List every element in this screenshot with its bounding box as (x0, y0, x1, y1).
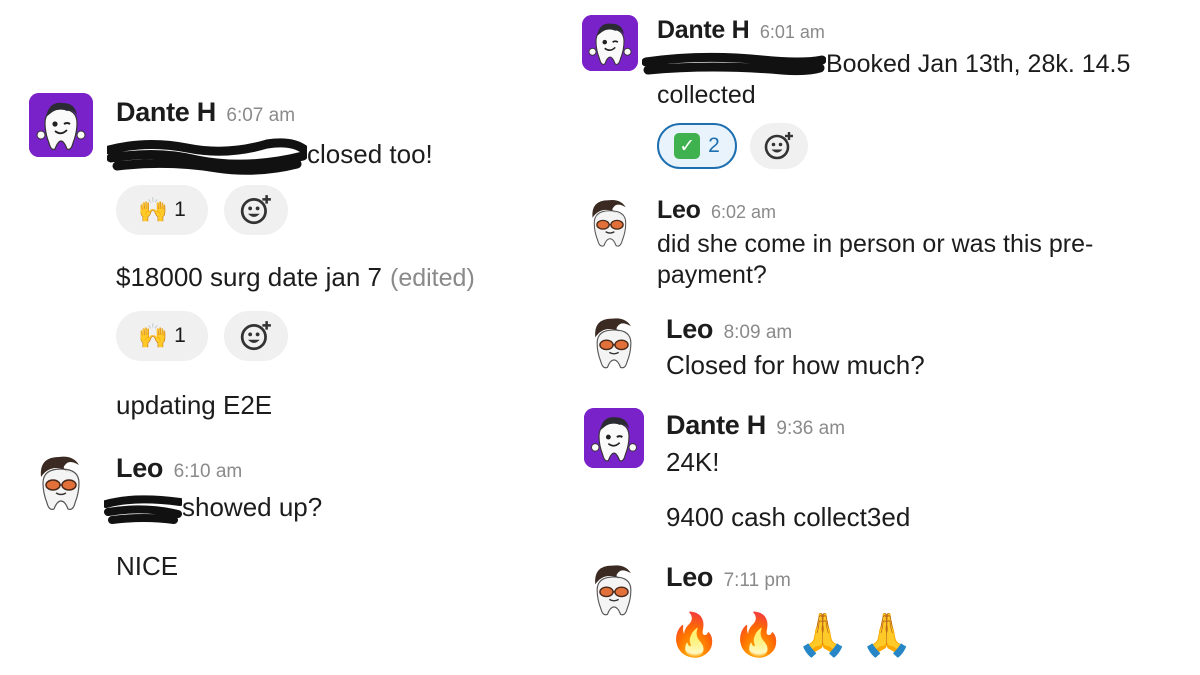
author-name[interactable]: Leo (666, 314, 713, 344)
add-reaction-icon (763, 130, 795, 162)
reaction-raised-hands[interactable]: 🙌 1 (116, 311, 208, 361)
message-body: NICE (116, 551, 179, 581)
timestamp[interactable]: 6:02 am (711, 202, 776, 222)
redaction-scribble (107, 138, 307, 175)
message-text: did she come in person or was this pre- (657, 229, 1093, 260)
redaction-scribble (642, 53, 826, 76)
author-name[interactable]: Dante H (116, 97, 216, 127)
reaction-count: 2 (708, 134, 720, 157)
message-body: Booked Jan 13th, 28k. 14.5 (826, 50, 1131, 78)
message-body: closed too! (307, 138, 433, 169)
reaction-check-selected[interactable]: ✓ 2 (657, 123, 737, 169)
timestamp[interactable]: 7:11 pm (724, 570, 791, 591)
add-reaction-button[interactable] (750, 123, 808, 169)
message-text-3: updating E2E (116, 390, 272, 421)
leo-avatar[interactable] (582, 195, 638, 251)
message-text: Booked Jan 13th, 28k. 14.5 (642, 49, 1130, 80)
message-header: Leo 6:02 am (657, 196, 776, 225)
dante-avatar[interactable] (582, 15, 638, 71)
add-reaction-icon (239, 319, 273, 353)
timestamp[interactable]: 8:09 am (724, 322, 793, 343)
message-header: Dante H 6:07 am (116, 97, 295, 128)
message-body: $18000 surg date jan 7 (116, 262, 382, 292)
dante-avatar[interactable] (584, 408, 644, 468)
author-name[interactable]: Leo (657, 196, 701, 224)
message-body: 24K! (666, 447, 720, 477)
author-name[interactable]: Dante H (657, 16, 750, 44)
raised-hands-emoji: 🙌 (138, 196, 169, 224)
dante-avatar[interactable] (29, 93, 93, 157)
message-emoji: 🔥🔥🙏🙏 (668, 610, 925, 660)
message-header: Leo 7:11 pm (666, 562, 791, 593)
message-header: Dante H 6:01 am (657, 16, 825, 45)
message-body: 9400 cash collect3ed (666, 502, 911, 532)
message-text-line2: payment? (657, 260, 767, 291)
message-text: showed up? (104, 492, 322, 526)
reaction-raised-hands[interactable]: 🙌 1 (116, 185, 208, 235)
redaction-scribble (104, 495, 182, 525)
check-mark-emoji: ✓ (674, 133, 701, 159)
message-body: Closed for how much? (666, 350, 925, 380)
timestamp[interactable]: 6:10 am (174, 461, 243, 482)
message-header: Leo 6:10 am (116, 453, 242, 484)
message-text: 24K! (666, 447, 720, 478)
leo-avatar[interactable] (584, 560, 644, 620)
message-body: collected (657, 81, 756, 109)
message-text: closed too! (107, 136, 433, 176)
fire-and-pray-emojis: 🔥🔥🙏🙏 (668, 611, 926, 658)
timestamp[interactable]: 6:07 am (226, 105, 295, 126)
message-text-2: NICE (116, 551, 178, 582)
timestamp[interactable]: 9:36 am (776, 418, 845, 439)
add-reaction-icon (239, 193, 273, 227)
message-body: showed up? (182, 492, 323, 522)
message-header: Dante H 9:36 am (666, 410, 845, 441)
edited-label: (edited) (390, 264, 475, 292)
message-body: updating E2E (116, 390, 273, 420)
message-body: payment? (657, 261, 767, 289)
add-reaction-button[interactable] (224, 185, 288, 235)
message-header: Leo 8:09 am (666, 314, 792, 345)
message-text-2: $18000 surg date jan 7 (edited) (116, 262, 475, 294)
raised-hands-emoji: 🙌 (138, 322, 169, 350)
message-text-line2: collected (657, 80, 756, 111)
leo-avatar[interactable] (29, 451, 93, 515)
message-text-2: 9400 cash collect3ed (666, 502, 910, 533)
timestamp[interactable]: 6:01 am (760, 22, 825, 42)
reaction-count: 1 (174, 324, 186, 347)
right-conversation: Dante H 6:01 am Booked Jan 13th, 28k. 14… (582, 0, 1200, 675)
add-reaction-button[interactable] (224, 311, 288, 361)
message-body: did she come in person or was this pre- (657, 230, 1094, 258)
author-name[interactable]: Dante H (666, 410, 766, 440)
leo-avatar[interactable] (584, 313, 644, 373)
left-conversation: Dante H 6:07 am closed too! 🙌 1 $18000 s… (0, 0, 590, 675)
author-name[interactable]: Leo (116, 453, 163, 483)
message-text: Closed for how much? (666, 350, 925, 381)
reaction-count: 1 (174, 198, 186, 221)
author-name[interactable]: Leo (666, 562, 713, 592)
